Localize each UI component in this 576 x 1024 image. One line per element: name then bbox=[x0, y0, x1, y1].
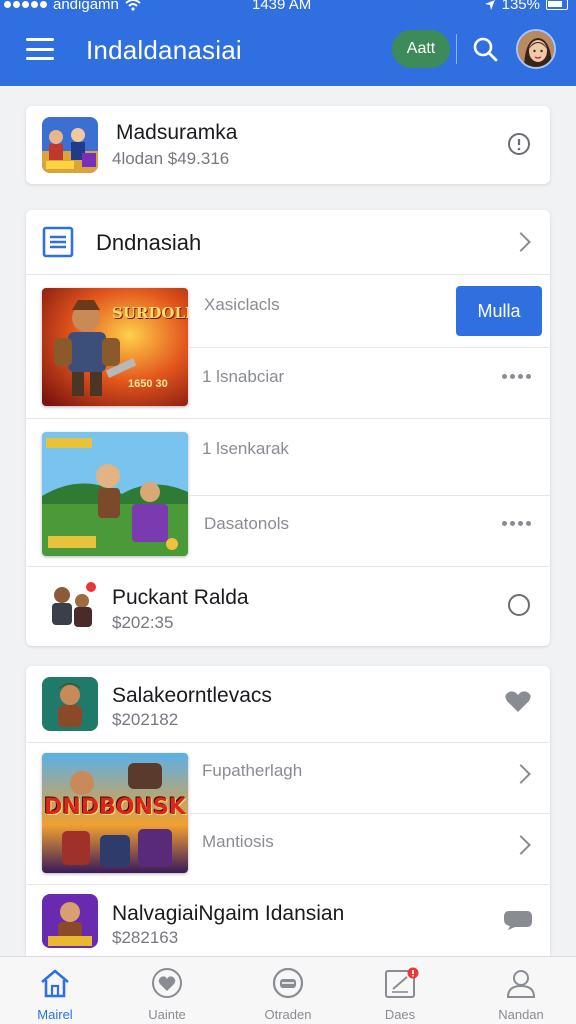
game-thumbnail bbox=[42, 579, 98, 635]
collection-card: Salakeorntlevacs $202182 DNDBONSK Fupath… bbox=[26, 666, 550, 956]
game-label: Dasatonols bbox=[204, 514, 290, 533]
list-item[interactable]: Salakeorntlevacs $202182 bbox=[26, 666, 550, 742]
profile-icon bbox=[506, 970, 536, 998]
nav-label: Mairel bbox=[37, 1007, 73, 1022]
page-title: Indaldanasiai bbox=[86, 35, 242, 65]
heart-icon bbox=[152, 968, 182, 998]
item-title: Madsuramka bbox=[116, 121, 238, 144]
signal-icon bbox=[4, 1, 47, 8]
artwork-caption: 1650 30 bbox=[128, 378, 168, 390]
menu-button[interactable] bbox=[26, 38, 54, 60]
more-options-icon[interactable] bbox=[502, 374, 531, 379]
game-thumbnail bbox=[42, 677, 98, 731]
radio-icon[interactable] bbox=[507, 593, 531, 617]
divider bbox=[188, 347, 550, 348]
wifi-icon bbox=[125, 0, 141, 11]
collection-card: Dndnasiah SURDOLL 1650 30 Xasiclacls Mul… bbox=[26, 210, 550, 646]
primary-action-button[interactable]: Mulla bbox=[456, 286, 542, 336]
app-header: andigamn 1439 AM 135% Indaldanasiai Aatt bbox=[0, 0, 576, 86]
nav-label: Otraden bbox=[264, 1007, 312, 1022]
game-artwork: SURDOLL 1650 30 bbox=[42, 288, 188, 406]
home-icon bbox=[41, 969, 69, 998]
game-row[interactable]: SURDOLL 1650 30 Xasiclacls Mulla 1 lsnab… bbox=[26, 274, 550, 418]
nav-label: Uainte bbox=[148, 1007, 186, 1022]
artwork-title: SURDOLL bbox=[112, 304, 188, 322]
game-artwork bbox=[42, 432, 188, 556]
list-icon bbox=[42, 226, 74, 258]
game-label: Mantiosis bbox=[202, 832, 274, 851]
divider bbox=[456, 34, 457, 64]
game-label: 1 lsnabciar bbox=[202, 367, 285, 386]
heart-icon[interactable] bbox=[504, 690, 532, 714]
list-item[interactable]: NalvagiaiNgaim Idansian $282163 bbox=[26, 884, 550, 956]
info-icon[interactable] bbox=[507, 132, 531, 156]
chevron-right-icon bbox=[511, 232, 531, 252]
nav-tab-notes[interactable]: Daes bbox=[345, 957, 455, 1024]
item-title: Salakeorntlevacs bbox=[112, 684, 272, 707]
item-title: Puckant Ralda bbox=[112, 586, 249, 609]
divider bbox=[188, 813, 550, 814]
nav-tab-profile[interactable]: Nandan bbox=[466, 957, 576, 1024]
section-title: Dndnasiah bbox=[96, 230, 202, 255]
item-subtitle: $282163 bbox=[112, 928, 179, 947]
game-row[interactable]: DNDBONSK Fupatherlagh Mantiosis bbox=[26, 742, 550, 884]
carrier-label: andigamn bbox=[53, 0, 119, 13]
status-bar: andigamn 1439 AM 135% bbox=[0, 0, 576, 18]
battery-status: 135% bbox=[484, 0, 568, 13]
avatar[interactable] bbox=[516, 29, 556, 69]
chevron-right-icon[interactable] bbox=[511, 835, 531, 855]
game-thumbnail bbox=[42, 117, 98, 173]
game-row[interactable]: 1 lsenkarak Dasatonols bbox=[26, 418, 550, 566]
artwork-title: DNDBONSK bbox=[44, 795, 186, 820]
bottom-navigation: Mairel Uainte Otraden Daes Nandan bbox=[0, 956, 576, 1024]
search-icon[interactable] bbox=[472, 36, 498, 62]
game-artwork: DNDBONSK bbox=[42, 753, 188, 873]
battery-icon bbox=[546, 0, 568, 10]
nav-label: Daes bbox=[384, 1007, 416, 1022]
divider bbox=[188, 495, 550, 496]
item-subtitle: $202:35 bbox=[112, 613, 174, 632]
game-label: Xasiclacls bbox=[204, 295, 280, 314]
chevron-right-icon[interactable] bbox=[511, 764, 531, 784]
location-icon bbox=[484, 0, 495, 10]
status-time: 1439 AM bbox=[252, 0, 312, 13]
notes-icon bbox=[385, 967, 419, 998]
summary-card[interactable]: Madsuramka 4lodan $49.316 bbox=[26, 106, 550, 184]
game-label: Fupatherlagh bbox=[202, 761, 303, 780]
item-subtitle: 4lodan $49.316 bbox=[112, 149, 230, 168]
item-subtitle: $202182 bbox=[112, 710, 179, 729]
more-options-icon[interactable] bbox=[502, 521, 531, 526]
chat-icon bbox=[272, 967, 304, 999]
item-title: NalvagiaiNgaim Idansian bbox=[112, 902, 345, 925]
battery-label: 135% bbox=[501, 0, 540, 13]
nav-label: Nandan bbox=[498, 1007, 544, 1022]
section-header[interactable]: Dndnasiah bbox=[26, 210, 550, 274]
game-thumbnail bbox=[42, 894, 98, 948]
chat-bubble-icon[interactable] bbox=[503, 909, 533, 931]
nav-tab-chat[interactable]: Otraden bbox=[233, 957, 343, 1024]
status-pill-button[interactable]: Aatt bbox=[392, 30, 450, 68]
game-label: 1 lsenkarak bbox=[202, 439, 289, 458]
avatar-image bbox=[518, 31, 554, 67]
nav-tab-favorites[interactable]: Uainte bbox=[112, 957, 222, 1024]
nav-tab-home[interactable]: Mairel bbox=[0, 957, 110, 1024]
carrier: andigamn bbox=[4, 0, 141, 13]
list-item[interactable]: Puckant Ralda $202:35 bbox=[26, 566, 550, 646]
